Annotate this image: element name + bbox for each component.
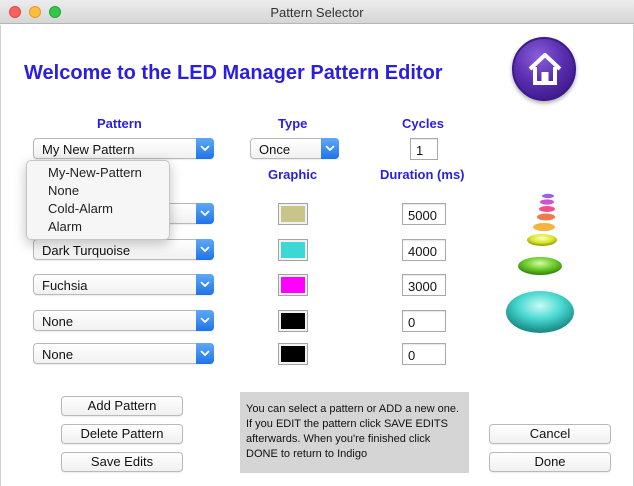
duration-field-1[interactable]: 5000 bbox=[402, 203, 446, 225]
menu-item-my-new-pattern[interactable]: My-New-Pattern bbox=[48, 165, 142, 180]
chevron-down-icon bbox=[196, 239, 214, 260]
chevron-down-icon bbox=[196, 274, 214, 295]
cycles-field[interactable]: 1 bbox=[410, 138, 438, 160]
color-swatch-3-fill bbox=[281, 277, 305, 293]
duration-field-4-value: 0 bbox=[408, 315, 416, 330]
save-edits-button[interactable]: Save Edits bbox=[61, 452, 183, 472]
chevron-down-icon bbox=[196, 203, 214, 224]
color-select-2[interactable]: Dark Turquoise bbox=[33, 239, 214, 260]
color-select-3-value: Fuchsia bbox=[42, 278, 88, 293]
graphic-column-header: Graphic bbox=[268, 167, 318, 182]
color-select-2-value: Dark Turquoise bbox=[42, 243, 131, 258]
cycles-field-value: 1 bbox=[416, 143, 424, 158]
pattern-column-header: Pattern bbox=[97, 116, 142, 131]
type-column-header: Type bbox=[278, 116, 308, 131]
menu-item-cold-alarm[interactable]: Cold-Alarm bbox=[48, 201, 113, 216]
type-select-value: Once bbox=[259, 142, 291, 157]
duration-field-3-value: 3000 bbox=[408, 279, 437, 294]
cancel-button[interactable]: Cancel bbox=[489, 424, 611, 444]
color-select-5-value: None bbox=[42, 347, 74, 362]
duration-field-4[interactable]: 0 bbox=[402, 310, 446, 332]
home-icon[interactable] bbox=[512, 37, 576, 101]
delete-pattern-button[interactable]: Delete Pattern bbox=[61, 424, 183, 444]
color-select-5[interactable]: None bbox=[33, 343, 214, 364]
color-swatch-5-fill bbox=[281, 346, 305, 362]
add-pattern-button[interactable]: Add Pattern bbox=[61, 396, 183, 416]
color-select-4-value: None bbox=[42, 314, 74, 329]
color-swatch-2-fill bbox=[281, 242, 305, 258]
color-swatch-4-fill bbox=[281, 313, 305, 329]
chevron-down-icon bbox=[321, 138, 339, 159]
window-titlebar: Pattern Selector bbox=[0, 0, 634, 24]
duration-column-header: Duration (ms) bbox=[380, 167, 465, 182]
color-swatch-1-fill bbox=[281, 206, 305, 222]
help-text: You can select a pattern or ADD a new on… bbox=[246, 403, 460, 460]
pattern-select[interactable]: My New Pattern bbox=[33, 138, 214, 159]
color-swatch-4[interactable] bbox=[278, 310, 308, 332]
chevron-down-icon bbox=[196, 310, 214, 331]
color-select-3[interactable]: Fuchsia bbox=[33, 274, 214, 295]
window-title: Pattern Selector bbox=[270, 5, 364, 20]
chevron-down-icon bbox=[196, 138, 214, 159]
duration-field-2-value: 4000 bbox=[408, 244, 437, 259]
color-select-4[interactable]: None bbox=[33, 310, 214, 331]
pattern-dropdown-menu: My-New-Pattern None Cold-Alarm Alarm bbox=[26, 160, 170, 240]
color-swatch-2[interactable] bbox=[278, 239, 308, 261]
help-text-box: You can select a pattern or ADD a new on… bbox=[240, 392, 469, 473]
menu-item-none[interactable]: None bbox=[48, 183, 79, 198]
color-swatch-1[interactable] bbox=[278, 203, 308, 225]
duration-field-5[interactable]: 0 bbox=[402, 343, 446, 365]
menu-item-alarm[interactable]: Alarm bbox=[48, 219, 82, 234]
done-button[interactable]: Done bbox=[489, 452, 611, 472]
duration-field-1-value: 5000 bbox=[408, 208, 437, 223]
duration-field-5-value: 0 bbox=[408, 348, 416, 363]
color-swatch-3[interactable] bbox=[278, 274, 308, 296]
duration-field-2[interactable]: 4000 bbox=[402, 239, 446, 261]
pattern-select-value: My New Pattern bbox=[42, 142, 135, 157]
page-title: Welcome to the LED Manager Pattern Edito… bbox=[24, 62, 443, 84]
chevron-down-icon bbox=[196, 343, 214, 364]
duration-field-3[interactable]: 3000 bbox=[402, 274, 446, 296]
cycles-column-header: Cycles bbox=[402, 116, 444, 131]
color-swatch-5[interactable] bbox=[278, 343, 308, 365]
led-stack-graphic bbox=[500, 190, 580, 340]
type-select[interactable]: Once bbox=[250, 138, 339, 159]
